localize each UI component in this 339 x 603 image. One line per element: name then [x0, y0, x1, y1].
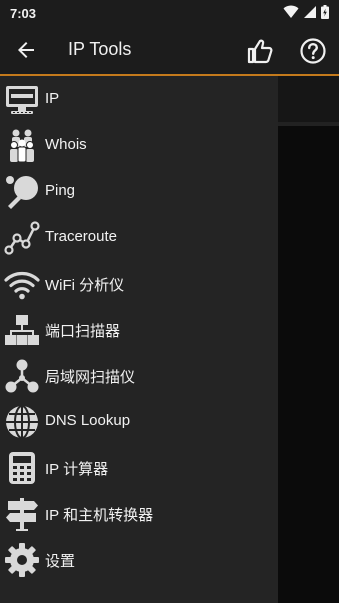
- app-bar: IP Tools: [0, 26, 339, 76]
- menu-item-dns-lookup[interactable]: DNS Lookup: [0, 398, 278, 444]
- wifi-signal-icon: [283, 5, 299, 18]
- menu-label: Whois: [45, 136, 87, 153]
- help-icon[interactable]: [299, 37, 327, 65]
- menu-label: Traceroute: [45, 228, 117, 245]
- monitor-icon: [4, 82, 40, 118]
- back-arrow-icon[interactable]: [14, 38, 38, 62]
- gear-icon: [4, 542, 40, 578]
- signpost-icon: [4, 496, 40, 532]
- main-content-area: [278, 76, 339, 603]
- navigation-drawer: IP Whois Ping Traceroute WiFi 分析仪 端口扫描器 …: [0, 76, 278, 603]
- calculator-icon: [4, 450, 40, 486]
- menu-item-ping[interactable]: Ping: [0, 168, 278, 214]
- menu-item-ip-host-converter[interactable]: IP 和主机转换器: [0, 490, 278, 536]
- menu-item-ip[interactable]: IP: [0, 76, 278, 122]
- content-divider: [278, 122, 339, 126]
- ping-pong-icon: [4, 174, 40, 210]
- globe-icon: [4, 404, 40, 440]
- route-icon: [4, 220, 40, 256]
- menu-item-wifi-analyzer[interactable]: WiFi 分析仪: [0, 260, 278, 306]
- status-bar: 7:03: [0, 0, 339, 26]
- menu-label: 局域网扫描仪: [45, 369, 136, 386]
- menu-label: IP 和主机转换器: [45, 507, 154, 524]
- menu-item-ip-calculator[interactable]: IP 计算器: [0, 444, 278, 490]
- thumbs-up-icon[interactable]: [246, 37, 274, 65]
- battery-icon: [321, 5, 329, 19]
- cell-signal-icon: [304, 6, 316, 18]
- port-network-icon: [4, 312, 40, 348]
- menu-item-whois[interactable]: Whois: [0, 122, 278, 168]
- app-title: IP Tools: [68, 39, 132, 59]
- menu-item-settings[interactable]: 设置: [0, 536, 278, 582]
- menu-label: 端口扫描器: [45, 323, 121, 340]
- menu-label: Ping: [45, 182, 76, 199]
- menu-item-lan-scanner[interactable]: 局域网扫描仪: [0, 352, 278, 398]
- menu-label: IP: [45, 90, 60, 107]
- menu-label: WiFi 分析仪: [45, 277, 125, 294]
- status-icons: [283, 5, 329, 19]
- menu-label: IP 计算器: [45, 461, 109, 478]
- wifi-icon: [4, 266, 40, 302]
- people-icon: [4, 128, 40, 164]
- content-header-strip: [278, 76, 339, 122]
- menu-item-traceroute[interactable]: Traceroute: [0, 214, 278, 260]
- status-time: 7:03: [10, 5, 37, 21]
- menu-label: DNS Lookup: [45, 412, 131, 429]
- menu-item-port-scanner[interactable]: 端口扫描器: [0, 306, 278, 352]
- lan-network-icon: [4, 358, 40, 394]
- menu-label: 设置: [45, 553, 76, 570]
